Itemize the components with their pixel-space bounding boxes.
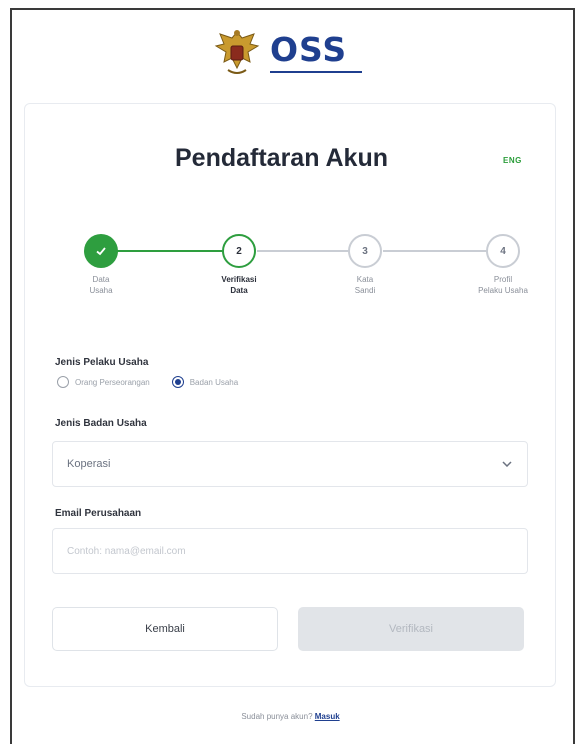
step-1-check-icon	[84, 234, 118, 268]
registration-stepper: Data Usaha 2 Verifikasi Data 3 Kata Sandi 4…	[63, 224, 543, 304]
business-entity-type-label: Jenis Badan Usaha	[55, 418, 147, 429]
business-actor-type-radio-group: Orang Perseorangan Badan Usaha	[57, 376, 252, 388]
oss-logo: OSS	[270, 29, 362, 73]
radio-business-entity[interactable]	[171, 376, 184, 388]
chevron-down-icon	[501, 458, 513, 470]
step-1-label: Data Usaha	[89, 275, 113, 295]
login-link[interactable]: Masuk	[315, 712, 340, 721]
radio-option-business-entity[interactable]: Badan Usaha	[171, 376, 239, 388]
step-2-label: Verifikasi Data	[221, 275, 257, 295]
brand-header: OSS	[214, 22, 362, 82]
company-email-field[interactable]: Contoh: nama@email.com	[52, 528, 528, 574]
oss-logo-underline	[270, 70, 362, 73]
step-4: 4 Profil Pelaku Usaha	[465, 224, 541, 296]
radio-business-entity-label: Badan Usaha	[189, 377, 239, 387]
step-3-label: Kata Sandi	[354, 275, 376, 295]
verify-button[interactable]: Verifikasi	[298, 607, 524, 651]
radio-individual-label: Orang Perseorangan	[75, 377, 150, 387]
radio-option-individual[interactable]: Orang Perseorangan	[57, 376, 150, 388]
company-email-placeholder: Contoh: nama@email.com	[67, 545, 186, 557]
business-entity-type-value: Koperasi	[67, 458, 111, 470]
step-3-number: 3	[348, 234, 382, 268]
business-entity-type-select[interactable]: Koperasi	[52, 441, 528, 487]
company-email-label: Email Perusahaan	[55, 508, 142, 519]
step-1: Data Usaha	[63, 224, 139, 296]
garuda-emblem-icon	[214, 26, 260, 78]
step-4-label: Profil Pelaku Usaha	[478, 275, 528, 295]
step-2-number: 2	[222, 234, 256, 268]
business-actor-type-label: Jenis Pelaku Usaha	[55, 357, 149, 368]
login-prompt: Sudah punya akun? Masuk	[0, 712, 581, 721]
back-button[interactable]: Kembali	[52, 607, 278, 651]
registration-card: Pendaftaran Akun ENG Data Usaha 2 Verifik…	[24, 103, 556, 687]
login-prompt-text: Sudah punya akun?	[241, 712, 313, 721]
language-toggle[interactable]: ENG	[503, 156, 522, 165]
oss-logo-text: OSS	[270, 29, 348, 69]
step-2: 2 Verifikasi Data	[201, 224, 277, 296]
page-title: Pendaftaran Akun	[175, 144, 389, 172]
step-4-number: 4	[486, 234, 520, 268]
step-3: 3 Kata Sandi	[327, 224, 403, 296]
radio-individual[interactable]	[57, 376, 69, 388]
